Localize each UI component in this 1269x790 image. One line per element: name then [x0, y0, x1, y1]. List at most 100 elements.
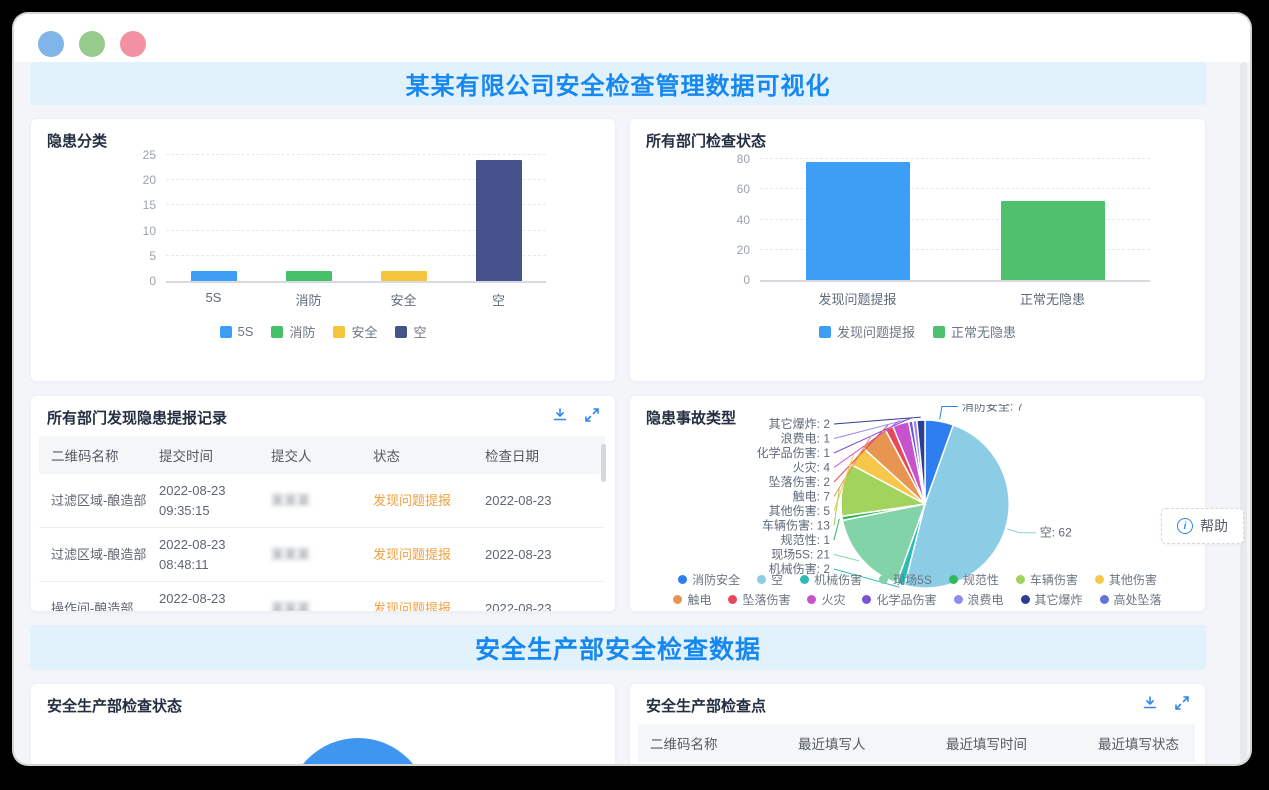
help-button[interactable]: i 帮助 — [1161, 508, 1244, 544]
y-axis-tick: 15 — [124, 198, 156, 212]
column-header: 最近填写时间 — [934, 724, 1086, 762]
expand-icon[interactable] — [1173, 694, 1191, 712]
traffic-light-green-icon[interactable] — [79, 31, 105, 57]
app-window: 某某有限公司安全检查管理数据可视化 隐患分类 05101520255S消防安全空… — [14, 14, 1250, 764]
pie-label-其他伤害: 其他伤害: 5 — [769, 503, 831, 518]
x-axis-label: 正常无隐患 — [1020, 289, 1085, 308]
legend-item-化学品伤害[interactable]: 化学品伤害 — [862, 591, 936, 608]
sec-dept-status-pie-chart[interactable] — [287, 738, 429, 764]
pie-label-火灾: 火灾: 4 — [793, 460, 831, 475]
x-axis-label: 消防 — [295, 290, 321, 309]
y-axis-tick: 0 — [718, 273, 750, 287]
legend-item-火灾[interactable]: 火灾 — [807, 591, 845, 608]
y-axis-tick: 60 — [718, 182, 750, 196]
window-titlebar — [14, 14, 1250, 62]
cell-qr_name: 过滤区域-酿造部 — [51, 493, 146, 508]
legend-item-机械伤害[interactable]: 机械伤害 — [800, 571, 862, 588]
column-header: 二维码名称 — [638, 724, 786, 762]
table-row: 过滤区域-酿造部2022-08-23 08:48:11某某某发现问题提报2022… — [39, 528, 605, 582]
x-axis-label: 安全 — [390, 290, 416, 309]
pie-label-其它爆炸: 其它爆炸: 2 — [769, 416, 831, 431]
x-axis-label: 空 — [492, 290, 505, 309]
table-scrollbar[interactable] — [601, 444, 606, 482]
panel-sec-dept-points: 安全生产部检查点 二维码名称最近填写人最近填写时间最近填写状态正门（南门）-安全… — [629, 683, 1206, 764]
cell-check_date: 2022-08-23 — [485, 547, 552, 562]
cell-status: 发现问题提报 — [373, 601, 451, 612]
dept-banner: 安全生产部安全检查数据 — [30, 625, 1206, 670]
cell-submitter: 某某某 — [271, 601, 310, 612]
legend-item-空[interactable]: 空 — [395, 322, 426, 341]
x-axis-label: 发现问题提报 — [818, 289, 896, 308]
expand-icon[interactable] — [583, 406, 601, 424]
pie-label-浪费电: 浪费电: 1 — [781, 431, 831, 446]
legend-item-车辆伤害[interactable]: 车辆伤害 — [1016, 571, 1078, 588]
cell-qr_name: 过滤区域-酿造部 — [51, 547, 146, 562]
panel-accident-types: 隐患事故类型 其它爆炸: 2浪费电: 1化学品伤害: 1火灾: 4坠落伤害: 2… — [629, 395, 1206, 612]
pie-label-规范性: 规范性: 1 — [781, 532, 831, 547]
pie-label-leader — [940, 407, 958, 420]
legend-item-消防[interactable]: 消防 — [271, 322, 315, 341]
cell-submitter: 某某某 — [271, 547, 310, 562]
main-banner: 某某有限公司安全检查管理数据可视化 — [30, 62, 1206, 105]
bar-5S[interactable] — [191, 271, 237, 281]
points-table: 二维码名称最近填写人最近填写时间最近填写状态正门（南门）-安全生产 — [638, 724, 1195, 764]
download-icon[interactable] — [551, 406, 569, 424]
legend-item-5S[interactable]: 5S — [220, 322, 254, 341]
bar-正常无隐患[interactable] — [1001, 201, 1105, 280]
legend-item-规范性[interactable]: 规范性 — [949, 571, 999, 588]
legend-item-浪费电[interactable]: 浪费电 — [954, 591, 1004, 608]
column-header: 二维码名称 — [39, 436, 147, 474]
legend-item-高处坠落[interactable]: 高处坠落 — [1100, 591, 1162, 608]
table-row: 操作间-酿造部 2022-08-23 08:30:16 某某某 发现问题提报 2022-… — [39, 582, 605, 613]
dashboard-page: 某某有限公司安全检查管理数据可视化 隐患分类 05101520255S消防安全空… — [14, 62, 1250, 764]
bar-空[interactable] — [476, 160, 522, 281]
legend-item-消防安全[interactable]: 消防安全 — [678, 571, 740, 588]
hazard-category-bar-chart: 05101520255S消防安全空5S消防安全空 — [31, 119, 615, 381]
cell-submit_time: 2022-08-23 09:35:15 — [159, 483, 226, 518]
legend-item-发现问题提报[interactable]: 发现问题提报 — [819, 322, 915, 341]
traffic-light-blue-icon[interactable] — [38, 31, 64, 57]
column-header: 检查日期 — [473, 436, 605, 474]
pie-label-消防安全: 消防安全: 7 — [962, 404, 1024, 413]
traffic-light-red-icon[interactable] — [120, 31, 146, 57]
cell-submit_time: 2022-08-23 08:30:16 — [159, 591, 226, 612]
legend-item-坠落伤害[interactable]: 坠落伤害 — [728, 591, 790, 608]
legend-item-其它爆炸[interactable]: 其它爆炸 — [1021, 591, 1083, 608]
bar-消防[interactable] — [286, 271, 332, 281]
legend-item-安全[interactable]: 安全 — [333, 322, 377, 341]
legend-item-其他伤害[interactable]: 其他伤害 — [1095, 571, 1157, 588]
panel-title: 所有部门发现隐患提报记录 — [31, 396, 615, 428]
legend-item-触电[interactable]: 触电 — [673, 591, 711, 608]
bar-发现问题提报[interactable] — [806, 162, 910, 280]
column-header: 提交人 — [259, 436, 361, 474]
main-banner-title: 某某有限公司安全检查管理数据可视化 — [406, 66, 831, 101]
column-header: 最近填写人 — [786, 724, 934, 762]
column-header: 提交时间 — [147, 436, 259, 474]
y-axis-tick: 10 — [124, 224, 156, 238]
page-scrollbar[interactable] — [1240, 62, 1247, 764]
column-header: 状态 — [361, 436, 473, 474]
all-dept-status-bar-chart: 020406080发现问题提报正常无隐患发现问题提报正常无隐患 — [630, 119, 1205, 381]
bar-安全[interactable] — [381, 271, 427, 281]
pie-label-空: 空: 62 — [1040, 526, 1072, 540]
y-axis-tick: 20 — [718, 243, 750, 257]
cell-status: 发现问题提报 — [373, 547, 451, 562]
y-axis-tick: 80 — [718, 152, 750, 166]
table-row: 过滤区域-酿造部2022-08-23 09:35:15某某某发现问题提报2022… — [39, 474, 605, 528]
info-icon: i — [1177, 518, 1193, 534]
table-row: 正门（南门）-安全生产 — [638, 762, 1195, 764]
download-icon[interactable] — [1141, 694, 1159, 712]
legend-item-现场5S[interactable]: 现场5S — [879, 571, 932, 588]
legend-item-正常无隐患[interactable]: 正常无隐患 — [933, 322, 1016, 341]
cell-check_date: 2022-08-23 — [485, 601, 552, 612]
help-label: 帮助 — [1200, 516, 1228, 536]
cell-check_date: 2022-08-23 — [485, 493, 552, 508]
y-axis-tick: 25 — [124, 148, 156, 162]
panel-title: 安全生产部检查点 — [630, 684, 1205, 716]
legend-item-空[interactable]: 空 — [757, 571, 783, 588]
cell-submitter: 某某某 — [271, 493, 310, 508]
cell-qr_name: 操作间-酿造部 — [51, 601, 133, 612]
panel-all-dept-status: 所有部门检查状态 020406080发现问题提报正常无隐患发现问题提报正常无隐患 — [629, 118, 1206, 382]
pie-label-现场5S: 现场5S: 21 — [771, 548, 830, 562]
y-axis-tick: 20 — [124, 173, 156, 187]
